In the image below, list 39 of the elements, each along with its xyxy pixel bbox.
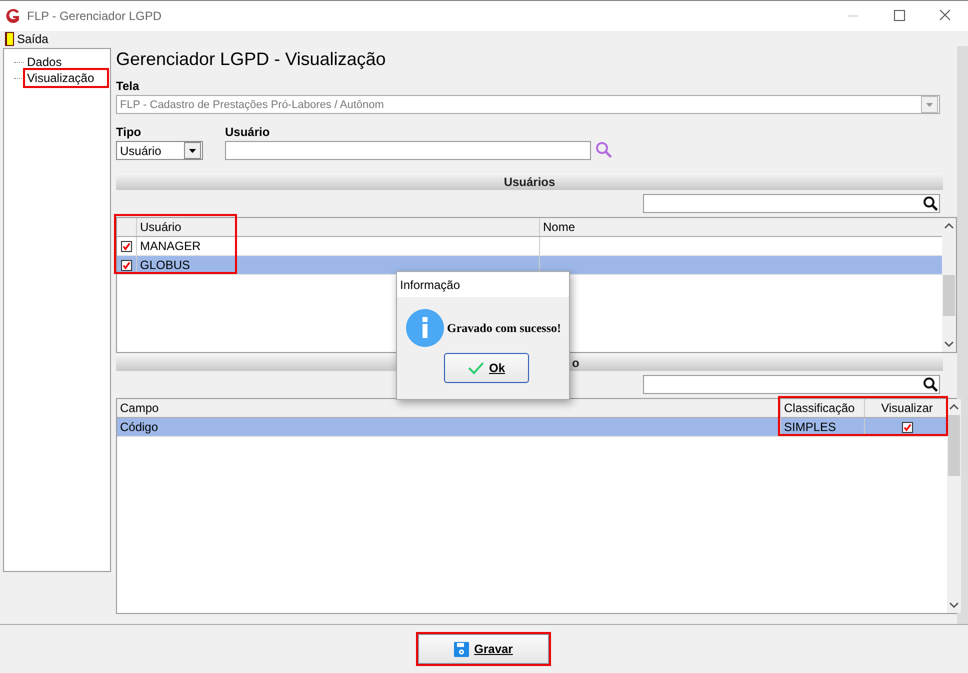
- search-icon[interactable]: [923, 376, 939, 392]
- caret-icon[interactable]: [189, 148, 196, 152]
- scroll-thumb[interactable]: [943, 274, 955, 316]
- screen-dropdown[interactable]: FLP - Cadastro de Prestações Pró-Labores / Autônom: [116, 95, 940, 114]
- menu-item[interactable]: Saída: [17, 32, 48, 46]
- column-header[interactable]: Visualizar: [865, 399, 947, 417]
- dialog-message: Gravado com sucesso!: [447, 320, 561, 336]
- search-field[interactable]: [643, 194, 940, 213]
- table-cell: GLOBUS: [140, 258, 190, 272]
- ok-button[interactable]: Ok: [444, 353, 529, 383]
- checkmark-icon: [468, 361, 484, 375]
- section-header: o: [572, 356, 580, 370]
- app-logo-icon: [5, 8, 21, 24]
- section-header: Usuários: [116, 173, 943, 190]
- window-title: FLP - Gerenciador LGPD: [27, 9, 162, 23]
- column-header[interactable]: Nome: [540, 218, 942, 236]
- table-cell: Código: [120, 420, 158, 434]
- door-icon: [5, 32, 14, 46]
- field-label: Tipo: [116, 125, 142, 139]
- dialog-title: Informação: [397, 272, 569, 297]
- search-icon[interactable]: [923, 196, 939, 212]
- checkbox[interactable]: [121, 240, 132, 252]
- tree-item[interactable]: Dados: [26, 55, 63, 69]
- field-label: Usuário: [225, 125, 271, 139]
- table-cell: SIMPLES: [784, 420, 836, 434]
- search-field[interactable]: [643, 375, 940, 394]
- checkbox[interactable]: [902, 422, 912, 432]
- checkbox[interactable]: [121, 260, 132, 270]
- page-heading: Gerenciador LGPD - Visualização: [116, 49, 387, 71]
- table-cell: MANAGER: [140, 239, 201, 253]
- type-dropdown[interactable]: Usuário: [116, 141, 203, 160]
- tree-item[interactable]: Visualização: [26, 71, 106, 85]
- user-input[interactable]: [225, 141, 591, 160]
- save-button[interactable]: Gravar: [418, 634, 549, 664]
- column-header[interactable]: Classificação: [781, 399, 865, 417]
- field-label: Tela: [116, 79, 140, 93]
- column-header[interactable]: Usuário: [137, 218, 540, 236]
- scroll-thumb[interactable]: [948, 415, 960, 476]
- info-icon: [406, 309, 444, 347]
